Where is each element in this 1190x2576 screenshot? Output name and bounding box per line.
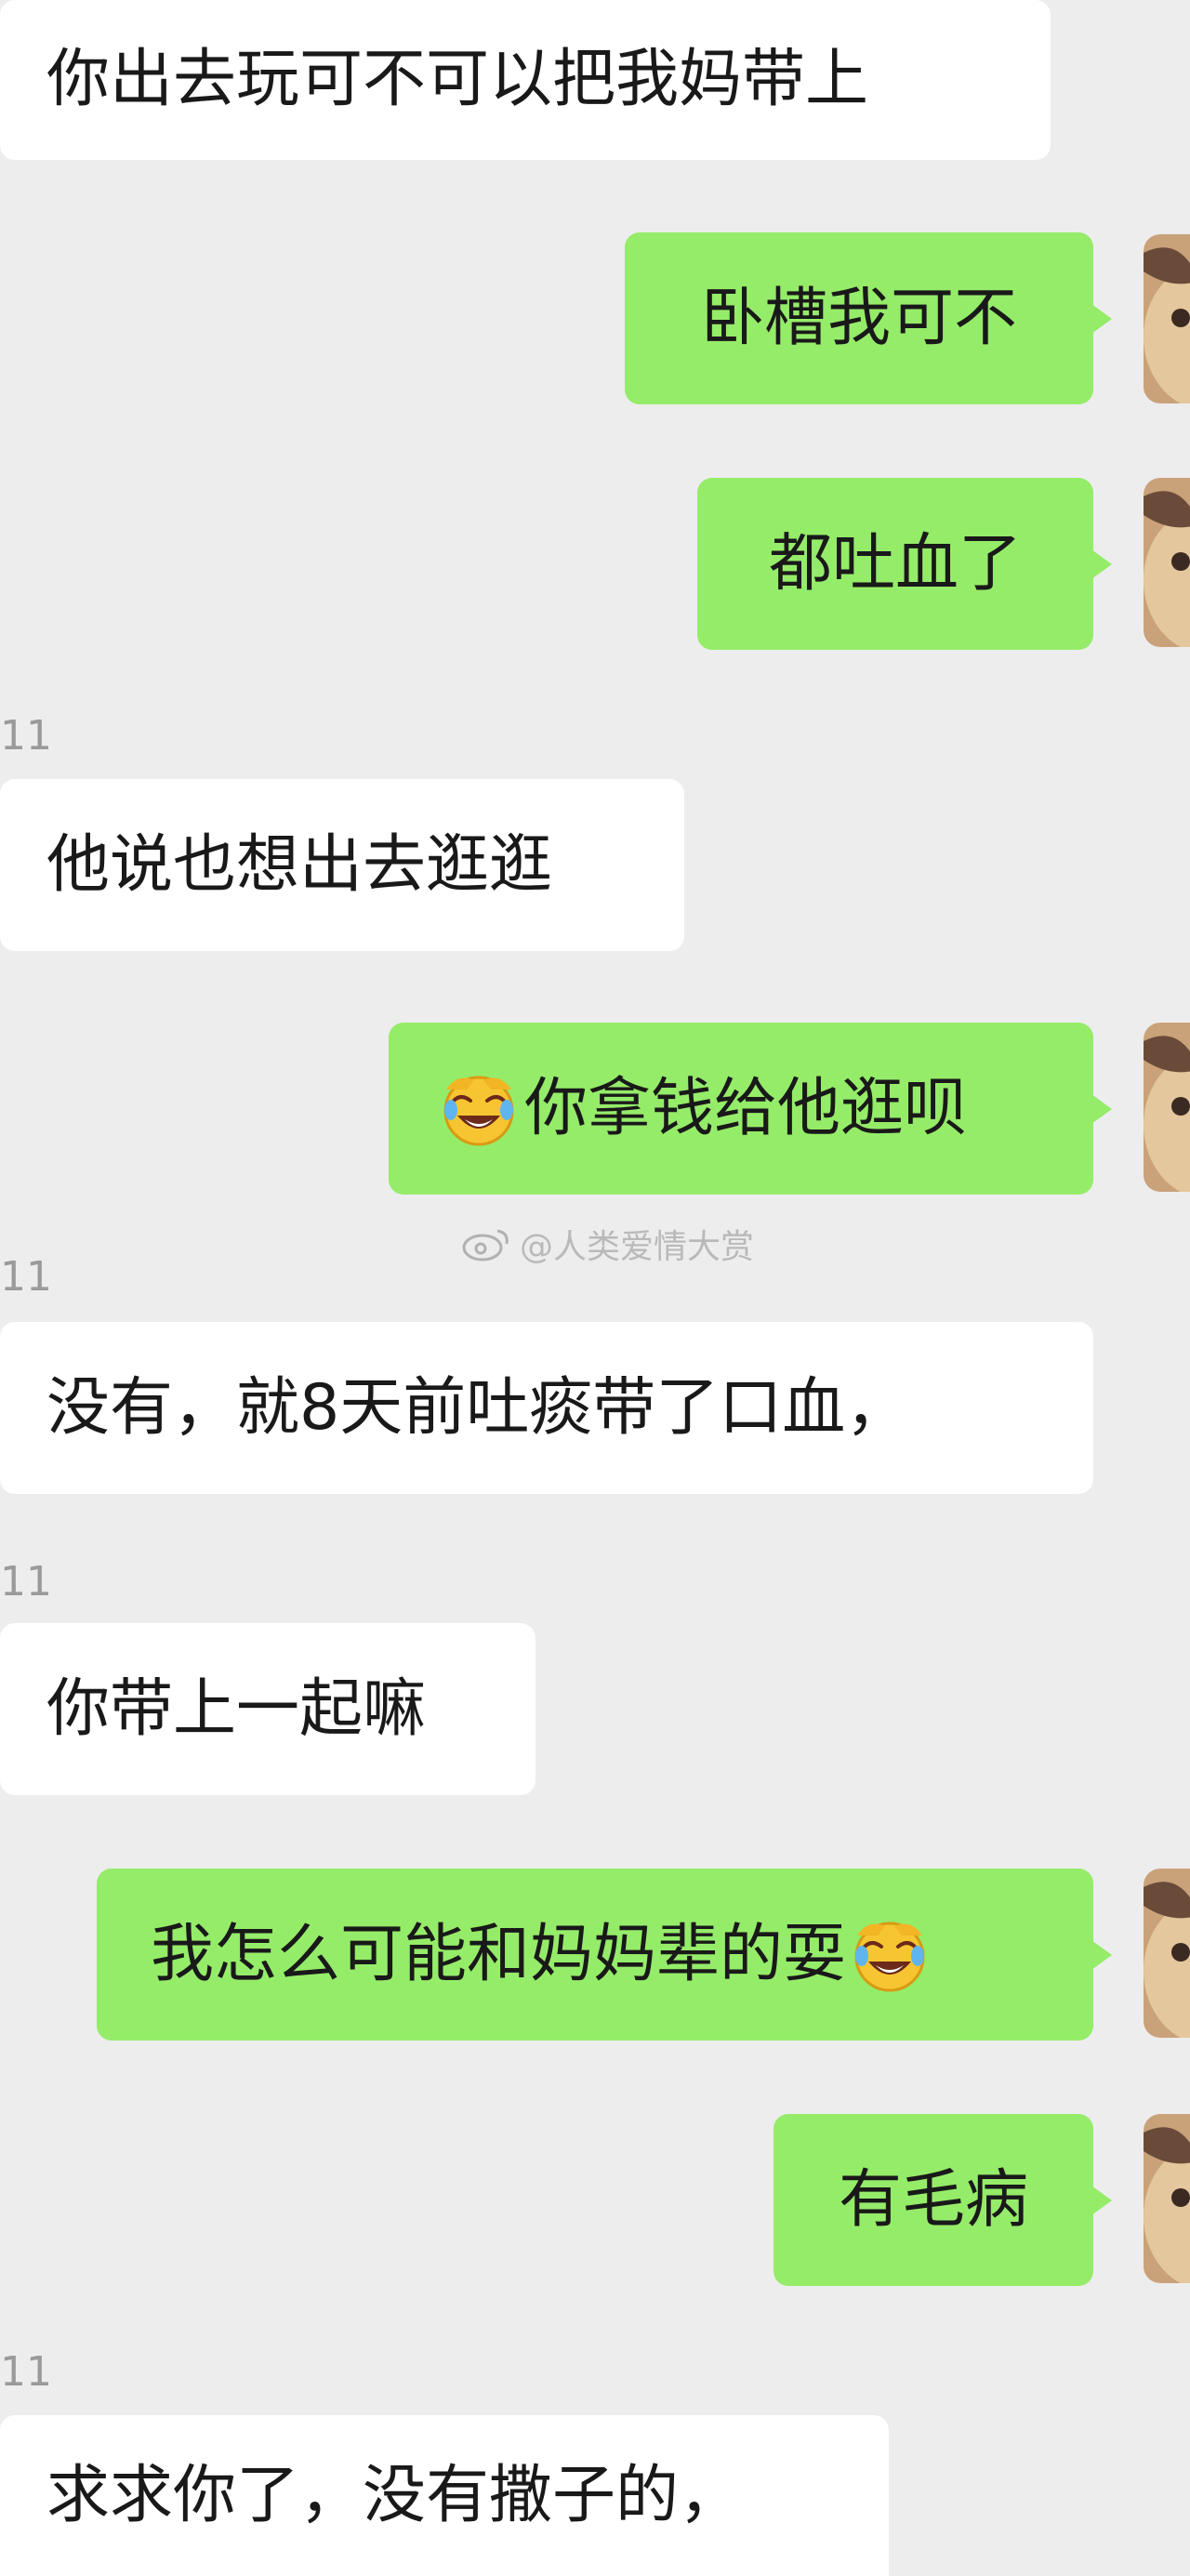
message-bubble-outgoing[interactable]: 都吐血了 (697, 478, 1112, 650)
sender-label: 11 (0, 1253, 52, 1301)
weibo-logo-icon (460, 1225, 512, 1262)
avatar[interactable] (1144, 234, 1190, 403)
message-text: 卧槽我可不 (700, 281, 1017, 355)
message-text: 没有，就8天前吐痰带了口血， (46, 1370, 909, 1445)
watermark-text: @人类爱情大赏 (520, 1228, 755, 1266)
message-bubble-incoming[interactable]: 没有，就8天前吐痰带了口血， (0, 1322, 1093, 1494)
watermark: @人类爱情大赏 (460, 1220, 754, 1268)
message-bubble-incoming[interactable]: 他说也想出去逛逛 (0, 779, 684, 951)
rolling-laughing-emoji-icon (439, 1069, 519, 1149)
message-bubble-outgoing[interactable]: 卧槽我可不 (625, 232, 1112, 404)
sender-label: 11 (0, 2348, 52, 2396)
message-text: 有毛病 (838, 2162, 1028, 2237)
sender-label: 11 (0, 1558, 52, 1605)
avatar[interactable] (1144, 2114, 1190, 2283)
message-text: 我怎么可能和妈妈辈的耍 (151, 1917, 847, 1991)
sender-label: 11 (0, 712, 52, 760)
message-bubble-outgoing[interactable]: 你拿钱给他逛呗 (389, 1023, 1112, 1195)
rolling-laughing-emoji-icon (850, 1915, 930, 1995)
message-bubble-incoming[interactable]: 求求你了，没有撒子的， (0, 2415, 889, 2576)
message-text: 你带上一起嘛 (46, 1671, 427, 1746)
message-bubble-incoming[interactable]: 你带上一起嘛 (0, 1623, 536, 1795)
chat-scroll-area[interactable]: 你出去玩可不可以把我妈带上 卧槽我可不 都吐血了 11 他说也想出去逛逛 你拿钱… (0, 0, 1190, 2576)
message-text: 你出去玩可不可以把我妈带上 (46, 43, 869, 116)
message-text: 求求你了，没有撒子的， (46, 2458, 743, 2532)
message-text: 你拿钱给他逛呗 (524, 1071, 968, 1145)
avatar[interactable] (1144, 478, 1190, 647)
avatar[interactable] (1144, 1869, 1190, 2038)
message-text: 都吐血了 (768, 526, 1022, 601)
message-bubble-outgoing[interactable]: 我怎么可能和妈妈辈的耍 (97, 1869, 1112, 2041)
avatar[interactable] (1144, 1023, 1190, 1192)
message-bubble-outgoing[interactable]: 有毛病 (774, 2114, 1112, 2286)
message-bubble-incoming[interactable]: 你出去玩可不可以把我妈带上 (0, 0, 1051, 160)
message-text: 他说也想出去逛逛 (46, 827, 553, 902)
